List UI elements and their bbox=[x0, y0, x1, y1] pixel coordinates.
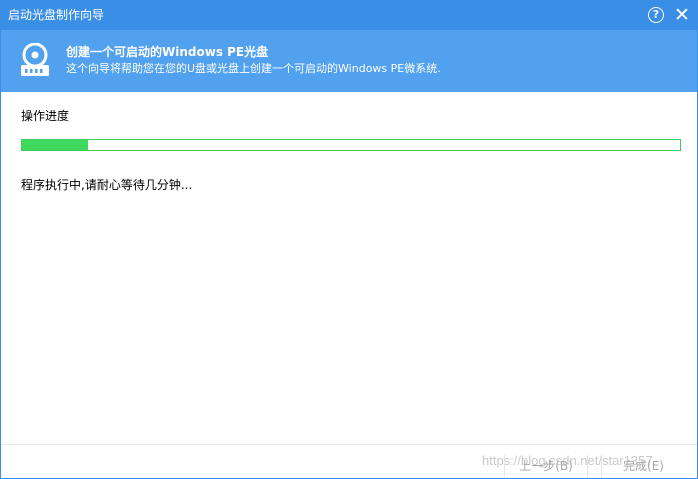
window-title: 启动光盘制作向导 bbox=[8, 8, 105, 22]
progress-section-label: 操作进度 bbox=[21, 109, 70, 123]
help-button[interactable]: ? bbox=[648, 7, 664, 23]
finish-button[interactable]: 完成(E) bbox=[601, 455, 685, 477]
status-text: 程序执行中,请耐心等待几分钟... bbox=[21, 178, 193, 192]
disk-drive-icon bbox=[21, 43, 49, 76]
close-button[interactable]: ✕ bbox=[671, 4, 693, 26]
banner-subtitle: 这个向导将帮助您在您的U盘或光盘上创建一个可启动的Windows PE微系统. bbox=[66, 62, 441, 75]
header-banner: 创建一个可启动的Windows PE光盘 这个向导将帮助您在您的U盘或光盘上创建… bbox=[1, 30, 697, 92]
previous-step-button[interactable]: 上一步(B) bbox=[504, 455, 588, 477]
title-bar[interactable]: 启动光盘制作向导 ? ✕ bbox=[1, 1, 697, 30]
banner-title: 创建一个可启动的Windows PE光盘 bbox=[66, 45, 269, 59]
progress-bar-fill bbox=[22, 140, 88, 150]
progress-bar bbox=[21, 139, 681, 151]
wizard-window: 启动光盘制作向导 ? ✕ 创建一个可启动的Windows PE光盘 这个向导将帮… bbox=[0, 0, 698, 479]
footer-divider bbox=[1, 444, 697, 445]
